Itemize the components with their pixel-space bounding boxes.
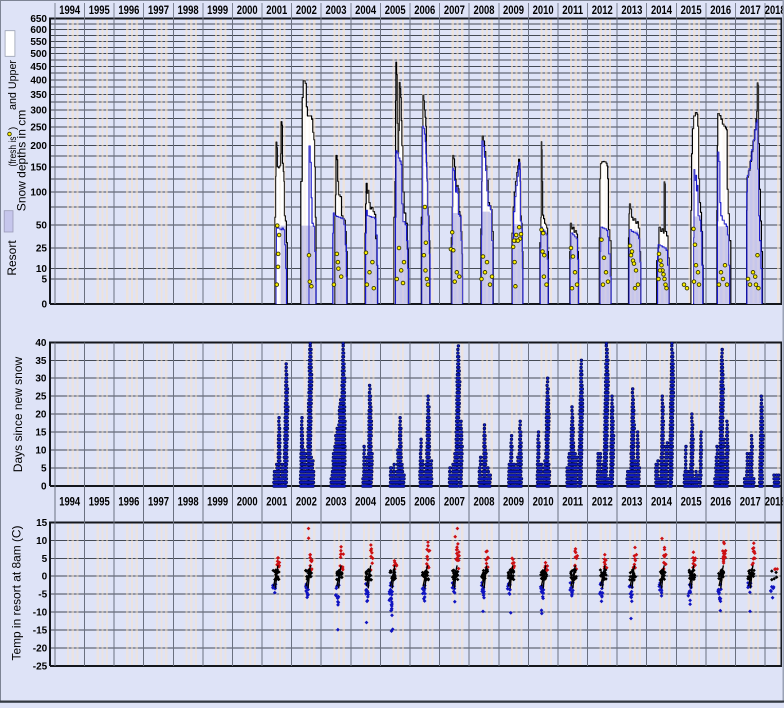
svg-text:2003: 2003 [326,495,347,509]
svg-text:20: 20 [35,410,47,421]
svg-text:2000: 2000 [237,495,258,509]
svg-text:2018: 2018 [765,495,784,509]
svg-text:2009: 2009 [503,3,524,17]
svg-text:25: 25 [36,244,48,255]
svg-text:2003: 2003 [326,3,347,17]
svg-text:40: 40 [35,338,47,349]
svg-text:2017: 2017 [740,495,761,509]
svg-text:2010: 2010 [533,3,554,17]
svg-text:2004: 2004 [355,495,376,509]
svg-text:-5: -5 [38,590,47,601]
svg-text:10: 10 [36,264,48,275]
svg-text:Temp in resort at 8am (C): Temp in resort at 8am (C) [10,526,24,661]
svg-text:2012: 2012 [592,3,613,17]
svg-text:5: 5 [41,464,47,475]
svg-text:5: 5 [41,275,47,286]
svg-text:2008: 2008 [474,495,495,509]
svg-text:1997: 1997 [148,495,169,509]
svg-text:50: 50 [36,220,48,231]
svg-text:2006: 2006 [414,3,435,17]
svg-text:-20: -20 [33,644,48,655]
svg-text:15: 15 [36,518,48,529]
svg-text:1998: 1998 [178,3,199,17]
svg-text:2001: 2001 [266,495,287,509]
svg-text:10: 10 [36,536,48,547]
svg-text:400: 400 [30,76,47,87]
svg-text:1999: 1999 [207,495,228,509]
svg-text:2015: 2015 [681,495,702,509]
svg-text:15: 15 [35,428,47,439]
svg-text:2004: 2004 [355,3,376,17]
svg-text:650: 650 [30,14,47,25]
svg-text:0: 0 [42,572,48,583]
svg-text:2013: 2013 [621,3,642,17]
svg-text:2012: 2012 [592,495,613,509]
svg-text:10: 10 [35,446,47,457]
svg-text:2014: 2014 [651,495,672,509]
svg-text:1995: 1995 [89,495,110,509]
svg-text:2007: 2007 [444,3,465,17]
svg-text:2011: 2011 [562,495,583,509]
svg-text:2006: 2006 [414,495,435,509]
svg-text:1995: 1995 [89,3,110,17]
svg-text:100: 100 [30,188,47,199]
svg-text:35: 35 [35,356,47,367]
svg-text:2017: 2017 [740,3,761,17]
svg-text:350: 350 [30,90,47,101]
svg-text:150: 150 [30,162,47,173]
svg-text:1994: 1994 [59,495,80,509]
svg-text:2011: 2011 [562,3,583,17]
svg-text:-10: -10 [33,608,48,619]
svg-text:5: 5 [42,554,48,565]
svg-text:2005: 2005 [385,3,406,17]
svg-text:and Upper: and Upper [7,60,19,110]
svg-text:300: 300 [30,106,47,117]
svg-text:2013: 2013 [621,495,642,509]
svg-text:2000: 2000 [237,3,258,17]
svg-text:250: 250 [30,122,47,133]
svg-text:2015: 2015 [681,3,702,17]
svg-text:600: 600 [30,25,47,36]
svg-text:Days since new snow: Days since new snow [11,356,25,472]
svg-text:2016: 2016 [710,3,731,17]
svg-text:2001: 2001 [266,3,287,17]
svg-text:450: 450 [30,62,47,73]
svg-text:2002: 2002 [296,495,317,509]
svg-text:2007: 2007 [444,495,465,509]
svg-text:1996: 1996 [118,3,139,17]
svg-text:30: 30 [35,374,47,385]
svg-text:200: 200 [30,141,47,152]
svg-text:550: 550 [30,37,47,48]
svg-text:2018: 2018 [765,3,784,17]
svg-text:0: 0 [41,300,47,311]
svg-text:25: 25 [35,392,47,403]
svg-text:1999: 1999 [207,3,228,17]
svg-text:Resort: Resort [5,240,19,276]
svg-text:0: 0 [41,482,47,493]
svg-text:1998: 1998 [178,495,199,509]
svg-text:500: 500 [30,49,47,60]
svg-text:1994: 1994 [59,3,80,17]
svg-text:-15: -15 [33,626,48,637]
svg-text:2005: 2005 [385,495,406,509]
svg-text:2010: 2010 [533,495,554,509]
svg-text:1996: 1996 [118,495,139,509]
svg-text:Snow depths in cm: Snow depths in cm [15,110,29,211]
svg-text:1997: 1997 [148,3,169,17]
svg-text:2008: 2008 [474,3,495,17]
svg-text:2016: 2016 [710,495,731,509]
svg-text:2009: 2009 [503,495,524,509]
svg-text:-25: -25 [33,661,48,672]
svg-text:2014: 2014 [651,3,672,17]
svg-text:2002: 2002 [296,3,317,17]
